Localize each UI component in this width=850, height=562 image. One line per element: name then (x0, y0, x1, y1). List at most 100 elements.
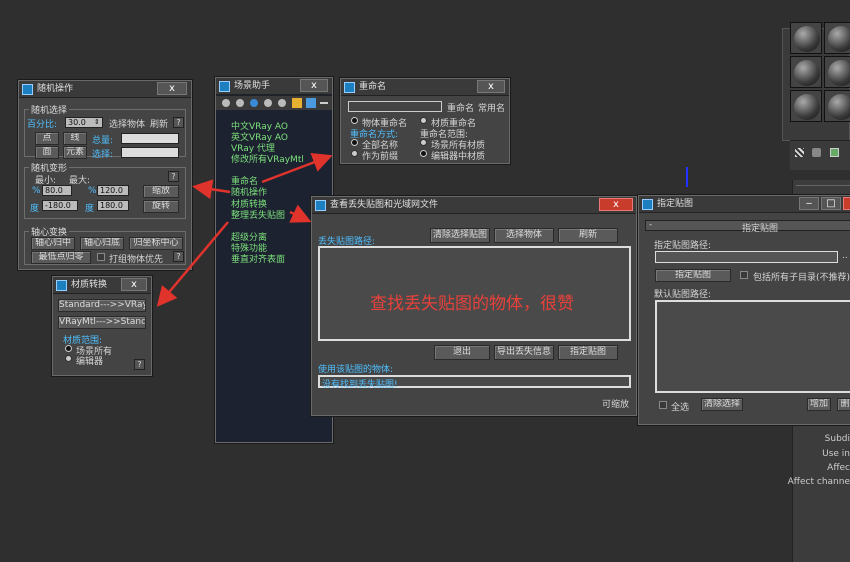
dot-icon[interactable] (222, 99, 230, 107)
rollout-title: 指定贴图 (742, 224, 779, 234)
editor-radio[interactable] (65, 355, 72, 362)
group-priority-label: 打组物体优先 (109, 255, 164, 265)
refresh-button[interactable]: 刷新 (558, 228, 618, 243)
spinner-arrows-icon[interactable]: ⇕ (94, 118, 100, 126)
default-path-list[interactable] (655, 300, 850, 393)
dot-icon[interactable] (264, 99, 272, 107)
material-sphere[interactable] (824, 90, 850, 122)
max-degree-spinner[interactable]: 180.0 (97, 200, 129, 211)
material-sphere[interactable] (790, 22, 822, 54)
group-priority-checkbox[interactable] (97, 253, 105, 261)
close-button[interactable]: x (157, 82, 187, 95)
standard-to-vray-button[interactable]: Standard--->>VRayMtl (58, 299, 146, 312)
dot-icon[interactable] (250, 99, 258, 107)
material-sphere[interactable] (824, 56, 850, 88)
max-app-icon (344, 82, 355, 93)
max-percent-spinner[interactable]: 120.0 (97, 185, 129, 196)
menu-item[interactable]: 垂直对齐表面 (231, 255, 304, 266)
toolbar-icon[interactable] (830, 148, 839, 157)
help-button[interactable]: ? (173, 251, 184, 262)
close-button[interactable]: x (121, 278, 147, 291)
common-names-button[interactable]: 常用名 (478, 101, 505, 114)
lowest-zero-button[interactable]: 最低点归零 (31, 251, 91, 264)
menu-item[interactable]: 修改所有VRayMtl (231, 155, 304, 166)
toolbar-icon[interactable] (812, 148, 821, 157)
material-sphere[interactable] (824, 22, 850, 54)
rotate-button[interactable]: 旋转 (143, 200, 179, 213)
max-app-icon (315, 200, 326, 211)
close-button[interactable]: x (599, 198, 633, 211)
element-button[interactable]: 元素 (63, 146, 87, 159)
menu-item[interactable]: 中文VRay AO (231, 122, 304, 133)
select-object-button[interactable]: 选择物体 (494, 228, 554, 243)
total-field[interactable] (121, 133, 179, 144)
rename-input[interactable] (348, 101, 442, 112)
toolbar-icon[interactable] (795, 148, 804, 157)
add-button[interactable]: 增加 (807, 398, 831, 411)
world-center-button[interactable]: 归坐标中心 (129, 237, 183, 250)
prefix-radio[interactable] (351, 150, 358, 157)
menu-item[interactable]: VRay 代理 (231, 144, 304, 155)
help-button[interactable]: ? (173, 117, 184, 128)
minimize-icon[interactable] (320, 102, 328, 104)
menu-item[interactable]: 超级分离 (231, 233, 304, 244)
close-button[interactable]: x (300, 79, 328, 92)
object-rename-radio[interactable] (351, 117, 358, 124)
exit-button[interactable]: 退出 (434, 345, 490, 360)
scene-materials-radio[interactable] (420, 139, 427, 146)
selection-field[interactable] (121, 147, 179, 158)
menu-item[interactable]: 材质转换 (231, 200, 304, 211)
help-button[interactable]: ? (134, 359, 145, 370)
close-button[interactable] (843, 197, 850, 210)
help-button[interactable]: ? (168, 171, 179, 182)
pivot-bottom-button[interactable]: 轴心归底 (80, 237, 124, 250)
menu-item[interactable]: 英文VRay AO (231, 133, 304, 144)
assign-map-button[interactable]: 指定贴图 (655, 269, 731, 282)
line-button[interactable]: 线 (63, 132, 87, 145)
editor-materials-radio[interactable] (420, 150, 427, 157)
editor-materials-label: 编辑器中材质 (431, 152, 486, 162)
scale-button[interactable]: 缩放 (143, 185, 179, 198)
minimize-button[interactable]: ‒ (799, 197, 819, 210)
assign-map-button[interactable]: 指定贴图 (558, 345, 618, 360)
export-missing-button[interactable]: 导出丢失信息 (494, 345, 554, 360)
rename-button[interactable]: 重命名 (447, 101, 474, 114)
vray-to-standard-button[interactable]: VRayMtl--->>Standard (58, 316, 146, 329)
menu-item[interactable]: 重命名 (231, 177, 304, 188)
assign-path-field[interactable] (655, 251, 838, 263)
settings-icon[interactable] (292, 98, 302, 108)
material-sphere[interactable] (790, 90, 822, 122)
all-names-radio[interactable] (351, 139, 358, 146)
link-icon[interactable] (306, 98, 316, 108)
dot-icon[interactable] (278, 99, 286, 107)
title-bar: 查看丢失贴图和光域网文件 x (312, 197, 636, 214)
menu-item[interactable]: 特殊功能 (231, 244, 304, 255)
min-degree-spinner[interactable]: -180.0 (42, 200, 78, 211)
material-sphere[interactable] (790, 56, 822, 88)
close-button[interactable]: x (477, 80, 505, 93)
face-button[interactable]: 面 (35, 146, 59, 159)
select-all-checkbox[interactable] (659, 401, 667, 409)
scene-all-radio[interactable] (65, 345, 72, 352)
maximize-button[interactable]: □ (821, 197, 841, 210)
refresh-label[interactable]: 刷新 (150, 117, 168, 130)
delete-button[interactable]: 删 (837, 398, 850, 411)
material-rename-radio[interactable] (420, 117, 427, 124)
menu-item[interactable]: 随机操作 (231, 188, 304, 199)
clear-selection-button[interactable]: 清除选择 (701, 398, 743, 411)
select-object-label[interactable]: 选择物体 (109, 117, 145, 130)
browse-button[interactable]: .. (842, 251, 848, 261)
pivot-center-button[interactable]: 轴心归中 (31, 237, 75, 250)
dot-icon[interactable] (236, 99, 244, 107)
point-button[interactable]: 点 (35, 132, 59, 145)
clear-selected-button[interactable]: 清除选择贴图 (430, 228, 490, 243)
include-subdirs-checkbox[interactable] (740, 271, 748, 279)
modifier-label: Affec (827, 463, 850, 473)
menu-item[interactable]: 整理丢失贴图 (231, 211, 304, 222)
min-percent-spinner[interactable]: 80.0 (42, 185, 72, 196)
rollout-toggle[interactable]: - (649, 220, 652, 230)
rollout-header[interactable]: - 指定贴图 (645, 220, 850, 234)
objects-value: 没有找到丢失贴图! (322, 380, 398, 390)
random-select-group: 随机选择 百分比: 30.0 ⇕ 选择物体 刷新 ? 点 线 面 元素 总量: … (24, 103, 186, 160)
assign-map-window: 指定贴图 ‒ □ - 指定贴图 指定贴图路径: .. 指定贴图 包括所有子目录(… (638, 195, 850, 425)
